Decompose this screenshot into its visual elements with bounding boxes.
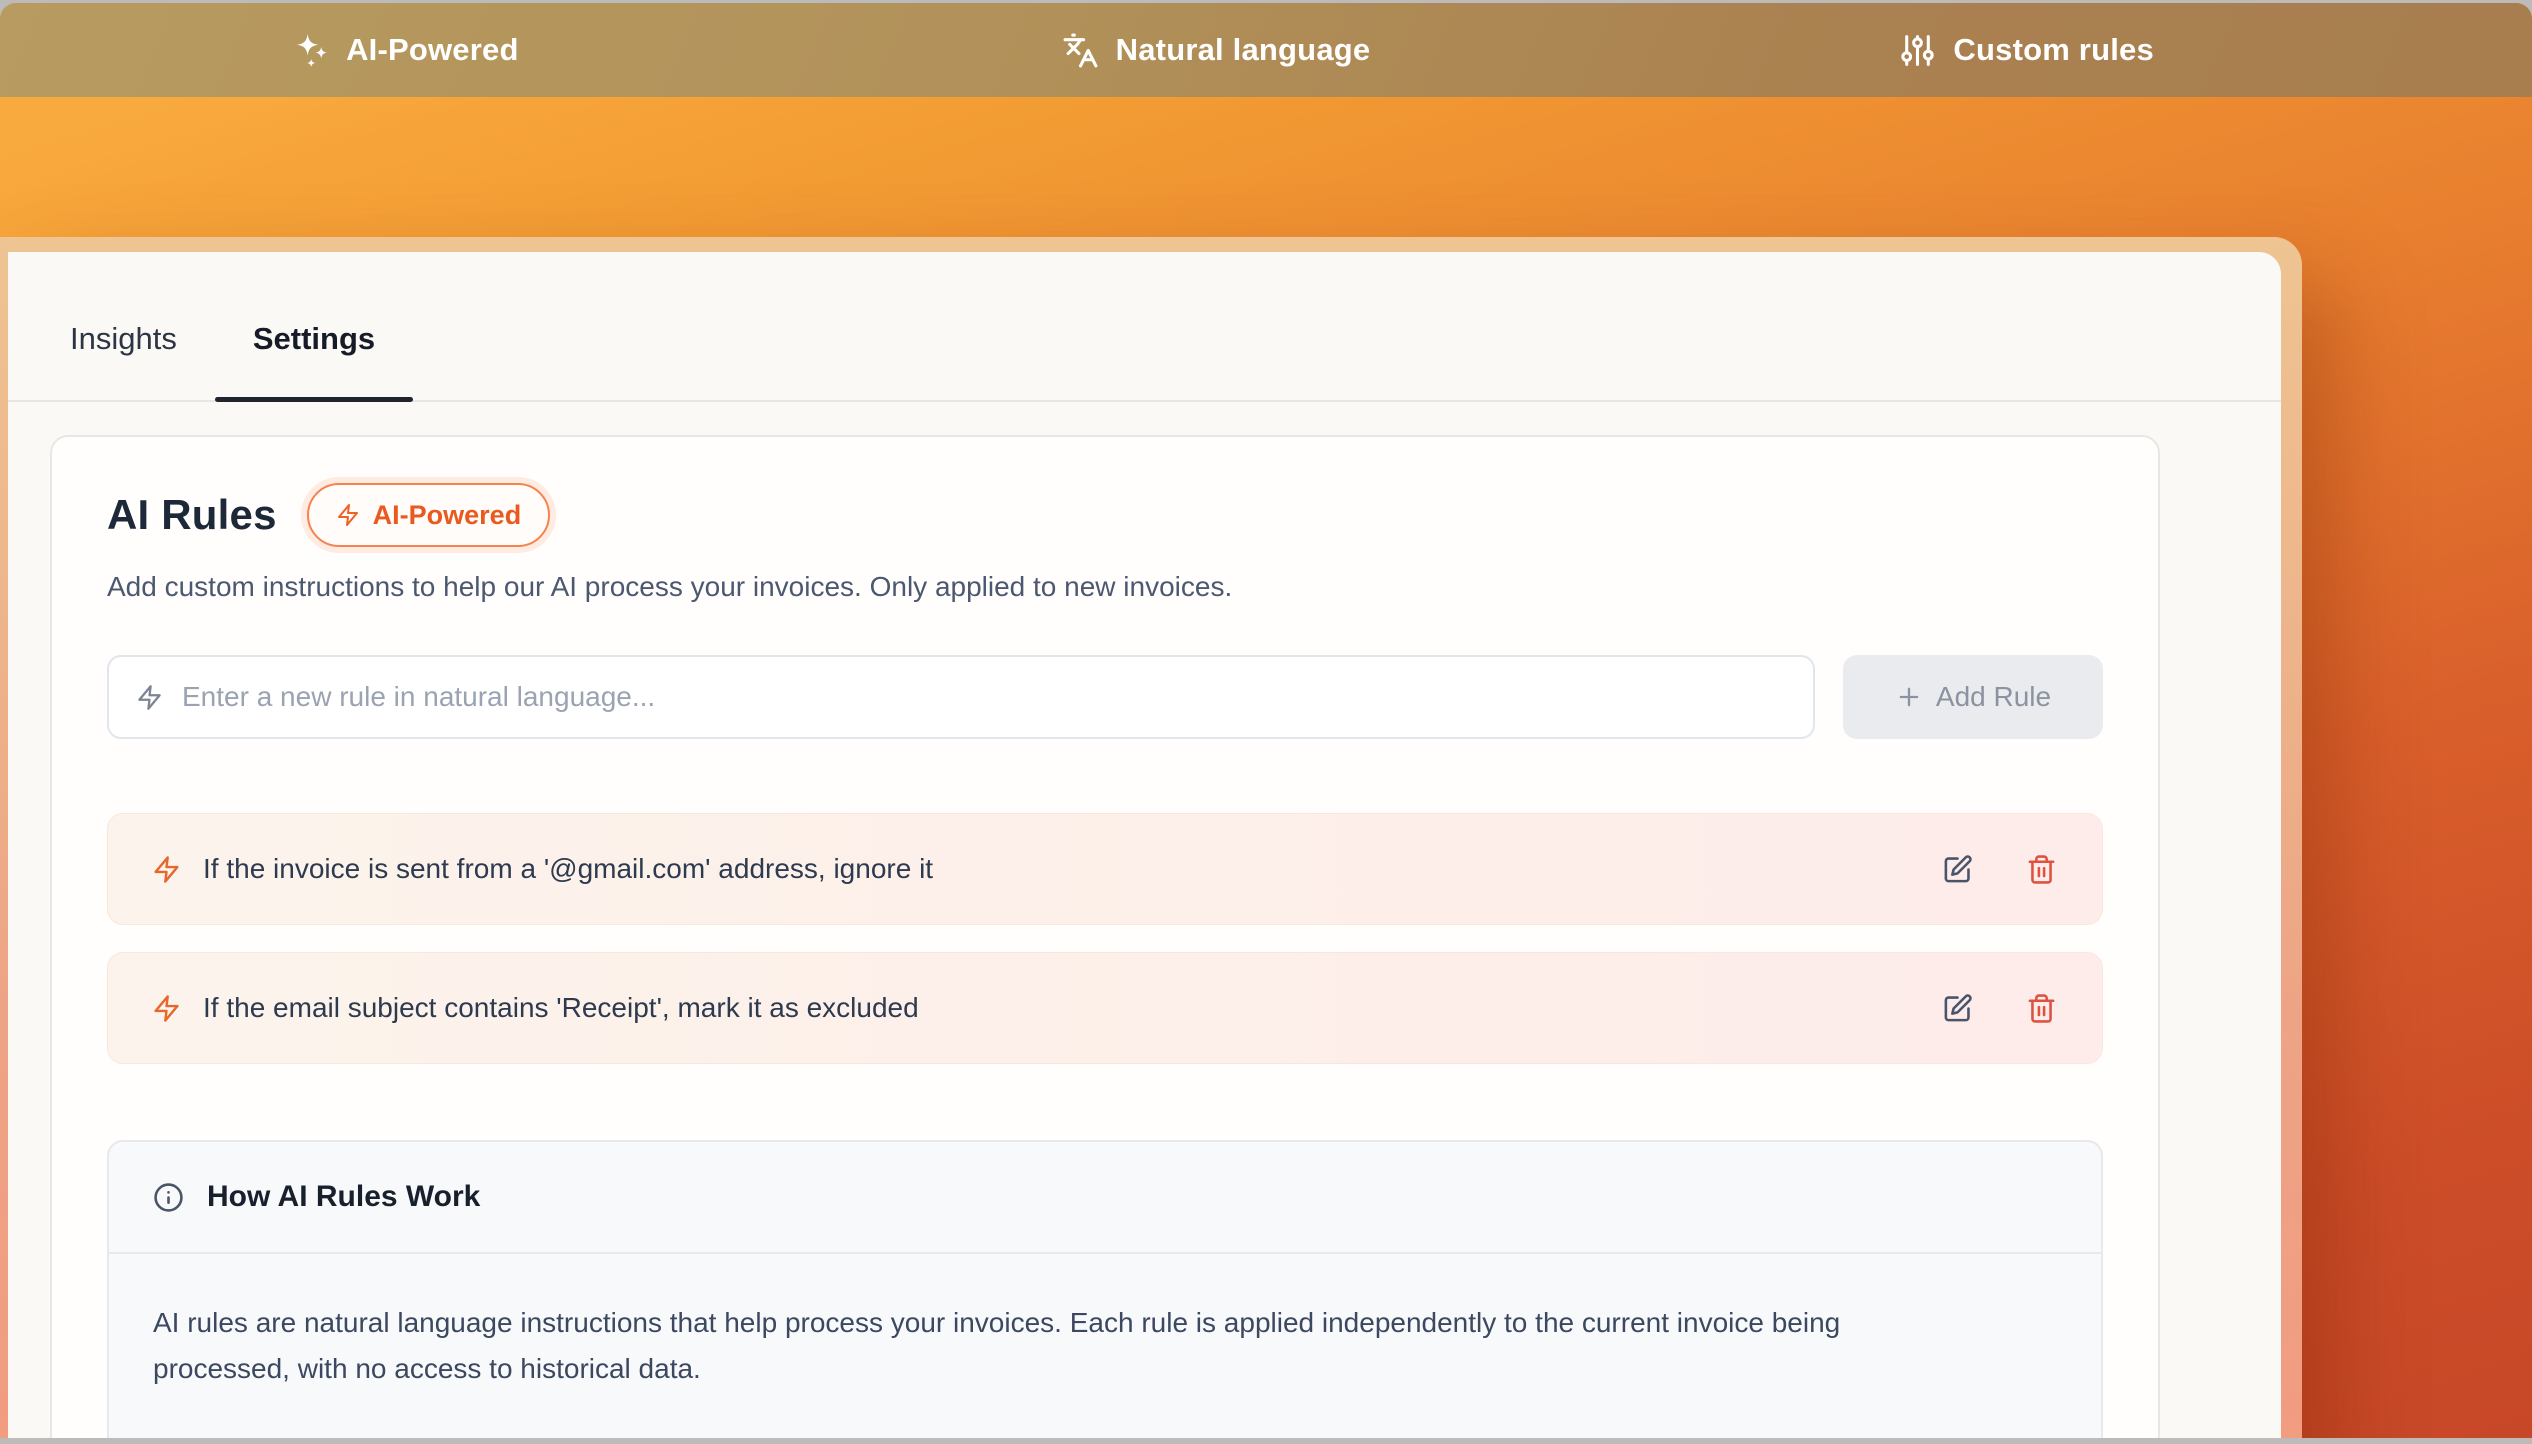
ai-rules-card: AI Rules AI-Powered Add custom instructi… — [50, 435, 2160, 1438]
feature-label: AI-Powered — [346, 32, 519, 68]
zap-icon — [136, 684, 163, 711]
trash-icon — [2026, 854, 2057, 885]
info-icon — [153, 1182, 184, 1213]
settings-content: AI Rules AI-Powered Add custom instructi… — [8, 402, 2281, 1438]
section-description: Add custom instructions to help our AI p… — [107, 571, 2103, 603]
zap-icon — [152, 855, 181, 884]
rule-text: If the email subject contains 'Receipt',… — [203, 992, 1918, 1024]
plus-icon — [1895, 683, 1923, 711]
title-row: AI Rules AI-Powered — [107, 483, 2103, 547]
rule-row: If the email subject contains 'Receipt',… — [107, 952, 2103, 1064]
feature-natural-language: Natural language — [1062, 32, 1371, 69]
add-rule-button[interactable]: Add Rule — [1843, 655, 2103, 739]
tab-insights[interactable]: Insights — [32, 278, 215, 400]
new-rule-input[interactable] — [182, 681, 1786, 713]
zap-icon — [152, 994, 181, 1023]
info-box-title: How AI Rules Work — [207, 1180, 480, 1214]
settings-window: Insights Settings AI Rules AI- — [0, 237, 2302, 1438]
ai-powered-badge: AI-Powered — [307, 483, 551, 547]
edit-icon — [1942, 993, 1973, 1024]
sparkles-icon — [292, 32, 329, 69]
trash-icon — [2026, 993, 2057, 1024]
tab-settings[interactable]: Settings — [215, 278, 413, 400]
edit-icon — [1942, 854, 1973, 885]
settings-window-body: Insights Settings AI Rules AI- — [8, 252, 2281, 1438]
sliders-icon — [1899, 32, 1936, 69]
tab-label: Settings — [253, 321, 375, 357]
feature-custom-rules: Custom rules — [1899, 32, 2154, 69]
app-window: AI-Powered Natural language Custom rules… — [0, 3, 2532, 1438]
rule-row: If the invoice is sent from a '@gmail.co… — [107, 813, 2103, 925]
how-rules-work-box: How AI Rules Work AI rules are natural l… — [107, 1140, 2103, 1438]
new-rule-field[interactable] — [107, 655, 1815, 739]
languages-icon — [1062, 32, 1099, 69]
new-rule-row: Add Rule — [107, 655, 2103, 739]
feature-label: Natural language — [1116, 32, 1371, 68]
rule-text: If the invoice is sent from a '@gmail.co… — [203, 853, 1918, 885]
feature-banner: AI-Powered Natural language Custom rules — [0, 3, 2532, 97]
edit-rule-button[interactable] — [1940, 991, 1974, 1025]
zap-icon — [336, 503, 360, 527]
feature-ai-powered: AI-Powered — [292, 32, 519, 69]
tab-label: Insights — [70, 321, 177, 357]
active-tab-underline — [215, 397, 413, 402]
info-box-header: How AI Rules Work — [109, 1142, 2101, 1254]
rules-list: If the invoice is sent from a '@gmail.co… — [107, 813, 2103, 1064]
edit-rule-button[interactable] — [1940, 852, 1974, 886]
delete-rule-button[interactable] — [2024, 852, 2058, 886]
delete-rule-button[interactable] — [2024, 991, 2058, 1025]
info-box-body: AI rules are natural language instructio… — [109, 1254, 1959, 1438]
add-rule-label: Add Rule — [1936, 681, 2051, 713]
tab-bar: Insights Settings — [8, 252, 2281, 402]
page-title: AI Rules — [107, 491, 277, 539]
feature-label: Custom rules — [1953, 32, 2154, 68]
badge-label: AI-Powered — [373, 500, 522, 531]
